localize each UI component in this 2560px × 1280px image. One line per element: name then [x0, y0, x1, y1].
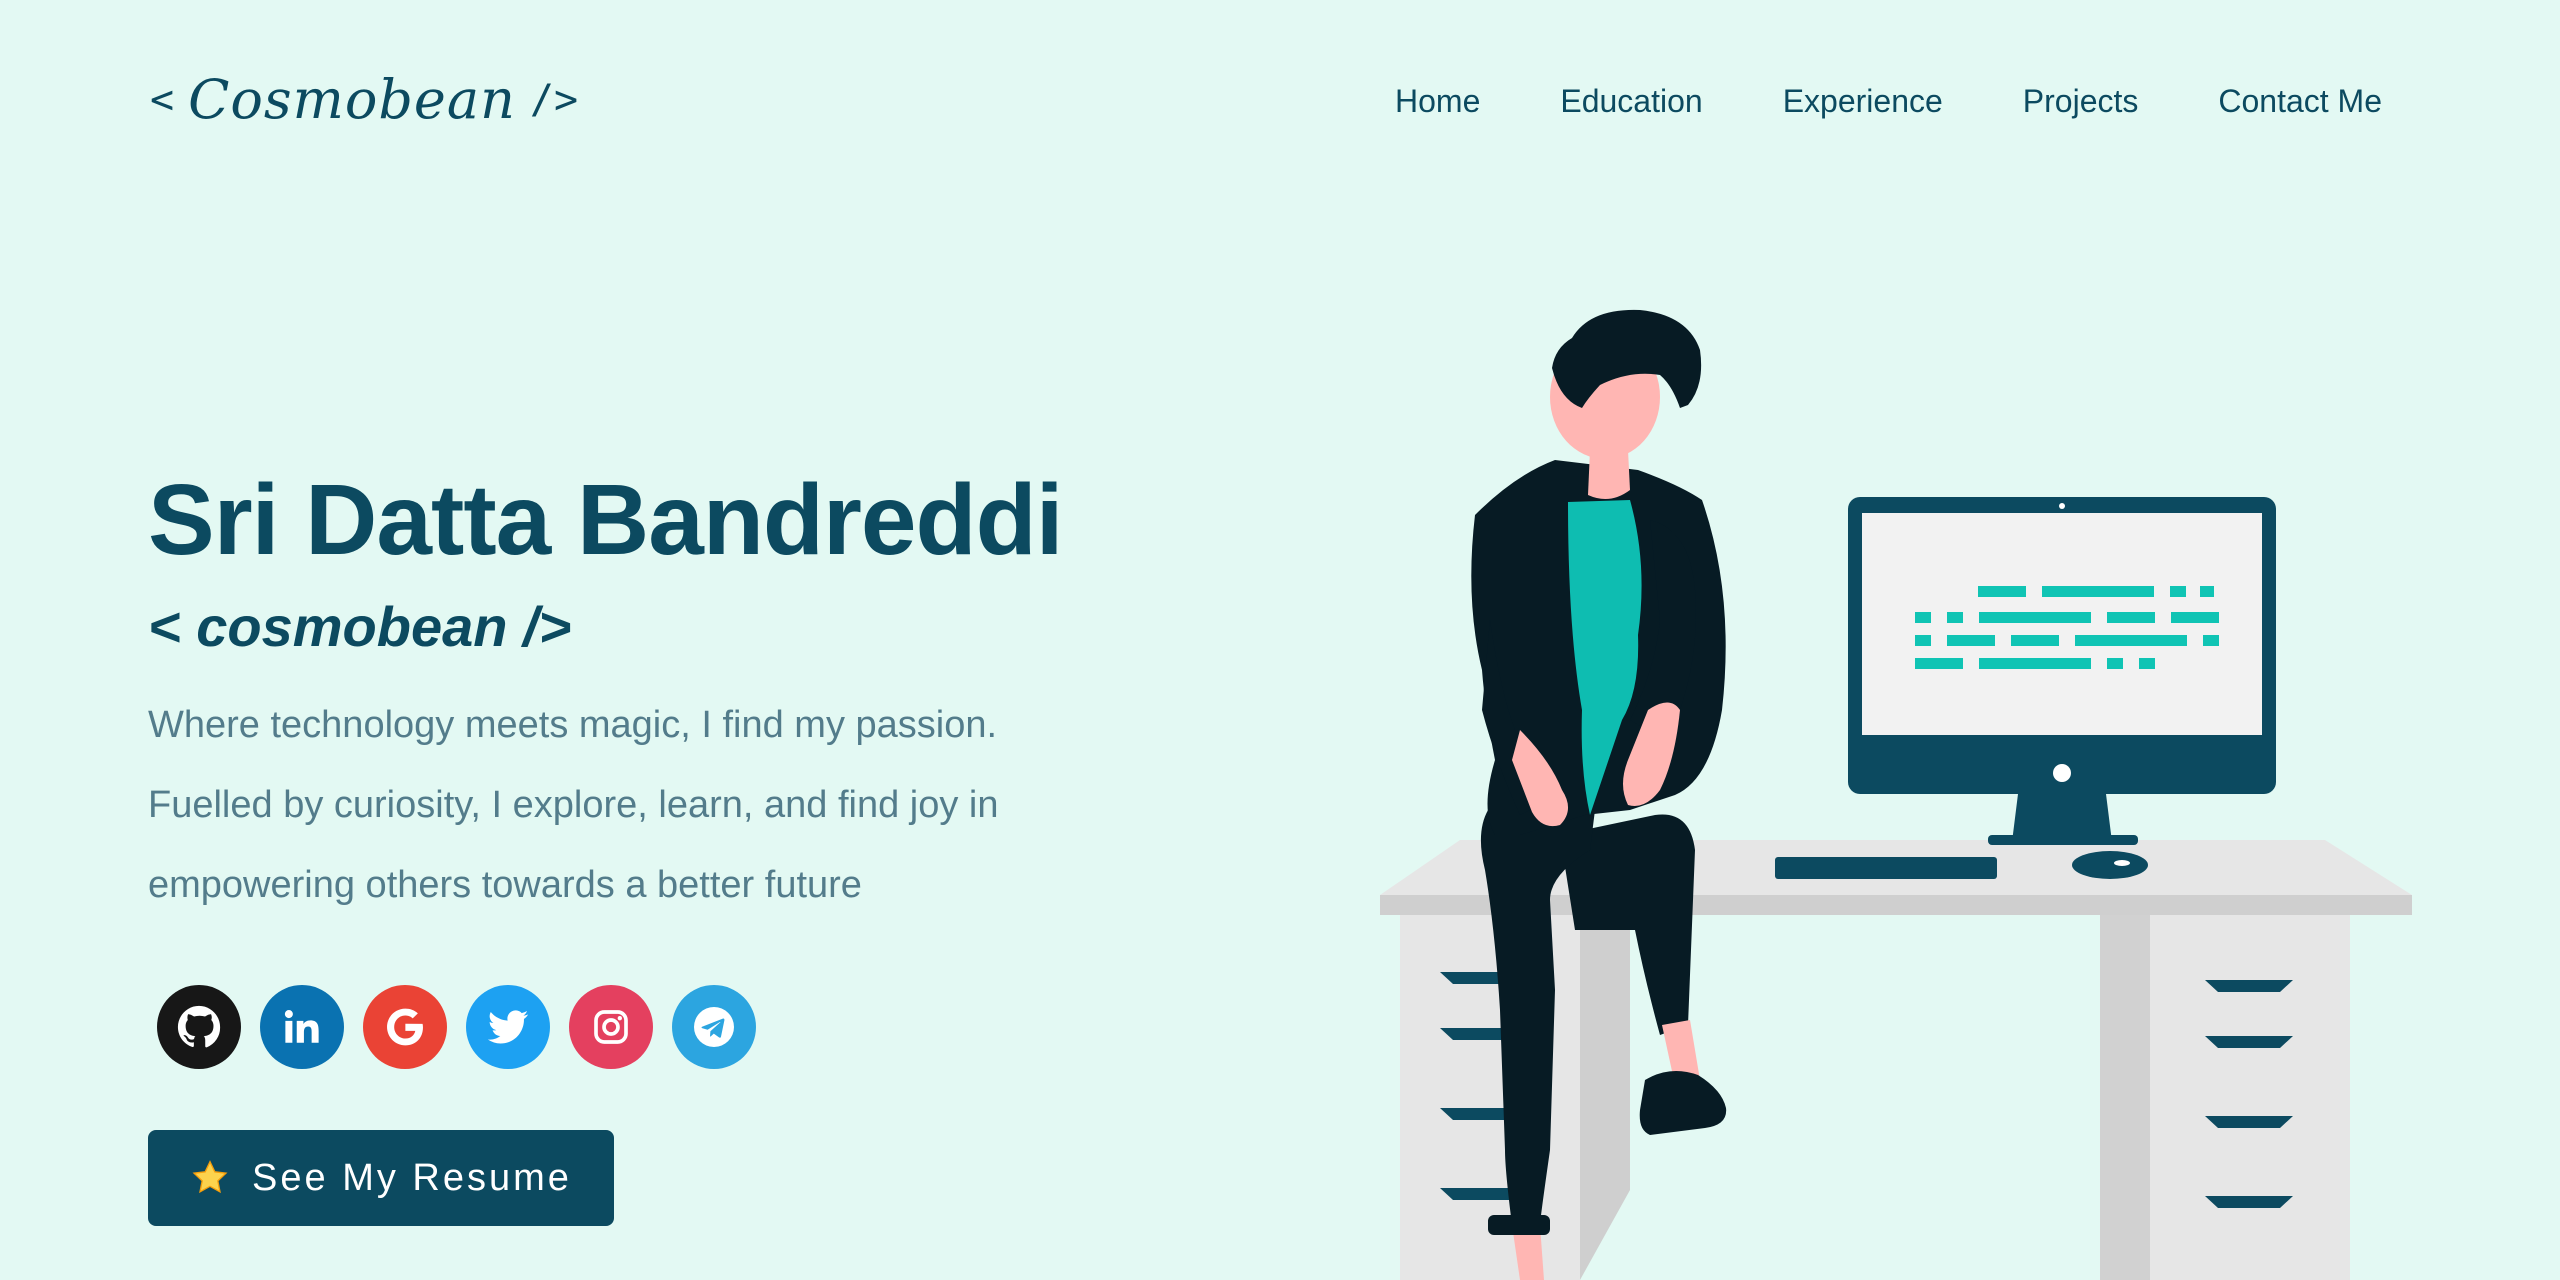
hero-name: Sri Datta Bandreddi — [148, 464, 1064, 576]
portfolio-page: < Cosmobean /> Home Education Experience… — [0, 0, 2560, 1280]
nav-home[interactable]: Home — [1395, 83, 1480, 120]
hero-section: Sri Datta Bandreddi < cosmobean /> Where… — [148, 455, 1148, 925]
see-resume-button[interactable]: See My Resume — [148, 1130, 614, 1226]
logo-script-text: Cosmobean — [188, 68, 516, 131]
github-link[interactable] — [157, 985, 241, 1069]
logo-close-bracket: /> — [529, 77, 579, 123]
nav-projects[interactable]: Projects — [2023, 83, 2139, 120]
instagram-link[interactable] — [569, 985, 653, 1069]
hero-tagline: Where technology meets magic, I find my … — [148, 704, 999, 906]
linkedin-link[interactable] — [260, 985, 344, 1069]
telegram-icon — [694, 1007, 734, 1047]
logo-open-bracket: < — [150, 77, 175, 123]
google-link[interactable] — [363, 985, 447, 1069]
nav-contact-me[interactable]: Contact Me — [2218, 83, 2382, 120]
mouse — [2072, 851, 2148, 879]
telegram-link[interactable] — [672, 985, 756, 1069]
google-icon — [387, 1008, 423, 1046]
social-links — [157, 985, 756, 1069]
star-icon — [192, 1160, 228, 1194]
linkedin-icon — [284, 1010, 319, 1043]
nav-education[interactable]: Education — [1560, 83, 1702, 120]
main-nav: Home Education Experience Projects Conta… — [1395, 76, 2382, 126]
resume-button-label: See My Resume — [252, 1156, 572, 1199]
instagram-icon — [594, 1010, 628, 1044]
twitter-icon — [487, 1010, 529, 1044]
github-icon — [177, 1005, 221, 1048]
nav-experience[interactable]: Experience — [1783, 83, 1943, 120]
site-logo[interactable]: < Cosmobean /> — [150, 60, 578, 140]
twitter-link[interactable] — [466, 985, 550, 1069]
monitor — [1848, 497, 2276, 845]
keyboard — [1775, 857, 1997, 879]
developer-desk-illustration — [1380, 309, 2412, 1280]
hero-handle: < cosmobean /> — [148, 595, 572, 658]
